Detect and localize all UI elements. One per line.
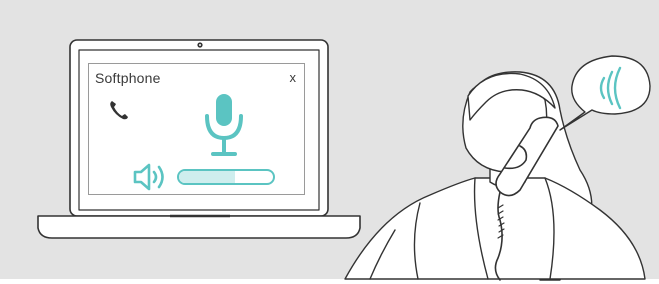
dialog-title: Softphone (95, 70, 161, 86)
illustration-scene: Softphone x (0, 0, 659, 284)
softphone-dialog: Softphone x (88, 63, 305, 195)
phone-handset-icon[interactable] (107, 98, 131, 122)
speaker-icon[interactable] (133, 162, 171, 192)
volume-slider-fill (179, 171, 236, 183)
microphone-icon[interactable] (201, 92, 247, 164)
speech-bubble (559, 55, 651, 131)
volume-slider[interactable] (177, 169, 275, 185)
close-button[interactable]: x (290, 70, 297, 85)
